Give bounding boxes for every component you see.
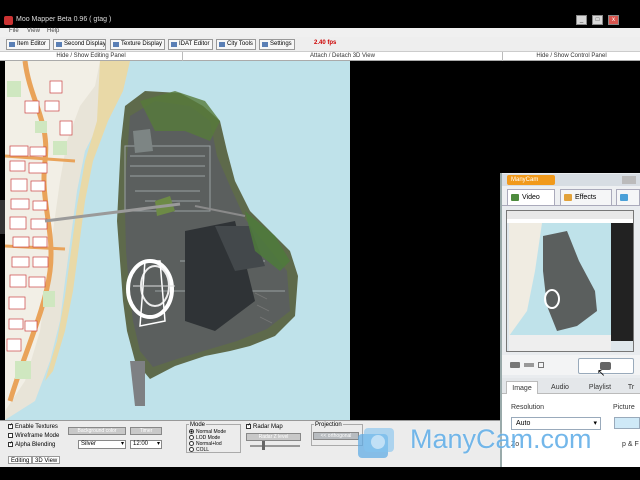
pan-label: p & F xyxy=(622,441,639,448)
texture-display-label: Texture Display xyxy=(121,41,163,47)
resolution-label: Resolution xyxy=(511,404,545,411)
city-tools-button[interactable]: City Tools xyxy=(216,39,256,50)
window-title: Moo Mapper Beta 0.96 ( gtag ) xyxy=(16,16,112,23)
menu-view[interactable]: View xyxy=(27,28,40,34)
item-editor-icon xyxy=(9,42,15,47)
texture-icon xyxy=(113,42,119,47)
timer-select[interactable]: 12:00 xyxy=(130,440,162,449)
tab-video[interactable]: Video xyxy=(507,189,555,205)
picture-label: Picture xyxy=(613,404,635,411)
city-tools-label: City Tools xyxy=(227,41,253,47)
tab-video-label: Video xyxy=(522,194,540,201)
maximize-button[interactable]: □ xyxy=(592,15,603,25)
enable-textures-label: Enable Textures xyxy=(15,424,58,431)
map-render xyxy=(5,61,350,420)
menu-file[interactable]: File xyxy=(9,28,19,34)
toggle-control-panel-button[interactable]: Hide / Show Control Panel xyxy=(502,52,640,61)
chevron-down-icon: ▾ xyxy=(593,420,597,427)
video-camera-icon[interactable] xyxy=(510,362,520,368)
menu-bar xyxy=(0,28,640,37)
checkbox-box xyxy=(8,433,13,438)
tab-effects-label: Effects xyxy=(575,194,597,201)
enable-textures-checkbox[interactable]: Enable Textures xyxy=(8,424,58,430)
mode-group-title: Mode xyxy=(189,422,207,428)
projection-group-title: Projection xyxy=(314,422,343,428)
close-button[interactable]: x xyxy=(608,15,619,25)
video-icon xyxy=(511,194,519,201)
idat-icon xyxy=(171,42,177,47)
alpha-blending-checkbox[interactable]: Alpha Blending xyxy=(8,442,55,448)
tab-editing[interactable]: Editing xyxy=(8,456,33,464)
manycam-logo-icon xyxy=(354,424,398,464)
projection-toggle-button[interactable]: << orthogonal xyxy=(313,432,359,440)
attach-3d-view-button[interactable]: Attach / Detach 3D View xyxy=(182,52,502,61)
checkbox-box xyxy=(8,424,13,429)
background-color-label: Background color xyxy=(68,427,126,435)
lock-icon[interactable] xyxy=(538,362,544,368)
map-viewport[interactable] xyxy=(5,61,350,420)
radar-map-checkbox[interactable]: Radar Map xyxy=(246,424,283,430)
audio-level-icon xyxy=(524,363,534,367)
mode-coll-radio[interactable]: COLL xyxy=(189,447,209,453)
screen-bottom-border xyxy=(0,467,640,480)
mode-coll-label: COLL xyxy=(196,447,210,453)
manycam-logo-shape xyxy=(358,428,394,458)
subtab-truncated[interactable]: Tr xyxy=(622,381,640,394)
manycam-brand-menu[interactable]: ManyCam xyxy=(507,175,555,185)
radar-z-level-label: Radar Z level xyxy=(246,433,301,441)
radar-z-slider-track[interactable] xyxy=(250,445,300,447)
second-display-button[interactable]: Second Display xyxy=(53,39,106,50)
settings-label: Settings xyxy=(270,41,292,47)
tab-more[interactable] xyxy=(616,189,640,205)
checkbox-box xyxy=(8,442,13,447)
wireframe-mode-checkbox[interactable]: Wireframe Mode xyxy=(8,433,59,439)
manycam-preview xyxy=(506,210,634,352)
manycam-minimize-button[interactable] xyxy=(622,176,636,184)
tab-3d-view[interactable]: 3D View xyxy=(32,456,61,464)
settings-button[interactable]: Settings xyxy=(259,39,295,50)
fps-readout: 2.40 fps xyxy=(314,40,337,46)
radar-map-label: Radar Map xyxy=(253,424,283,431)
alpha-blending-label: Alpha Blending xyxy=(15,442,56,449)
tab-effects[interactable]: Effects xyxy=(560,189,612,205)
radar-z-slider-thumb[interactable] xyxy=(262,441,265,450)
city-icon xyxy=(219,42,225,47)
app-icon xyxy=(4,16,13,25)
idat-editor-button[interactable]: IDAT Editor xyxy=(168,39,213,50)
texture-display-button[interactable]: Texture Display xyxy=(110,39,165,50)
radio-dot xyxy=(189,429,194,435)
second-display-label: Second Display xyxy=(64,41,106,47)
idat-editor-label: IDAT Editor xyxy=(179,41,210,47)
gear-icon xyxy=(262,42,268,47)
more-icon xyxy=(620,194,628,201)
subtab-audio[interactable]: Audio xyxy=(543,381,577,394)
background-color-select[interactable]: Silver xyxy=(78,440,126,449)
item-editor-button[interactable]: Item Editor xyxy=(6,39,50,50)
effects-icon xyxy=(564,194,572,201)
subtab-playlist[interactable]: Playlist xyxy=(582,381,618,394)
minimize-button[interactable]: _ xyxy=(576,15,587,25)
radio-dot xyxy=(189,435,194,441)
radio-dot xyxy=(189,447,194,453)
checkbox-box xyxy=(246,424,251,429)
radio-dot xyxy=(189,441,194,447)
subtab-image[interactable]: Image xyxy=(506,381,538,394)
picture-toggle[interactable] xyxy=(614,417,640,429)
toggle-editing-panel-button[interactable]: Hide / Show Editing Panel xyxy=(0,52,182,61)
search-icon xyxy=(56,42,62,47)
item-editor-label: Item Editor xyxy=(17,41,47,47)
menu-help[interactable]: Help xyxy=(47,28,59,34)
wireframe-mode-label: Wireframe Mode xyxy=(15,433,60,440)
preview-thumbnail xyxy=(507,211,633,351)
timer-label: Timer xyxy=(130,427,162,435)
manycam-watermark: ManyCam.com xyxy=(410,424,592,454)
